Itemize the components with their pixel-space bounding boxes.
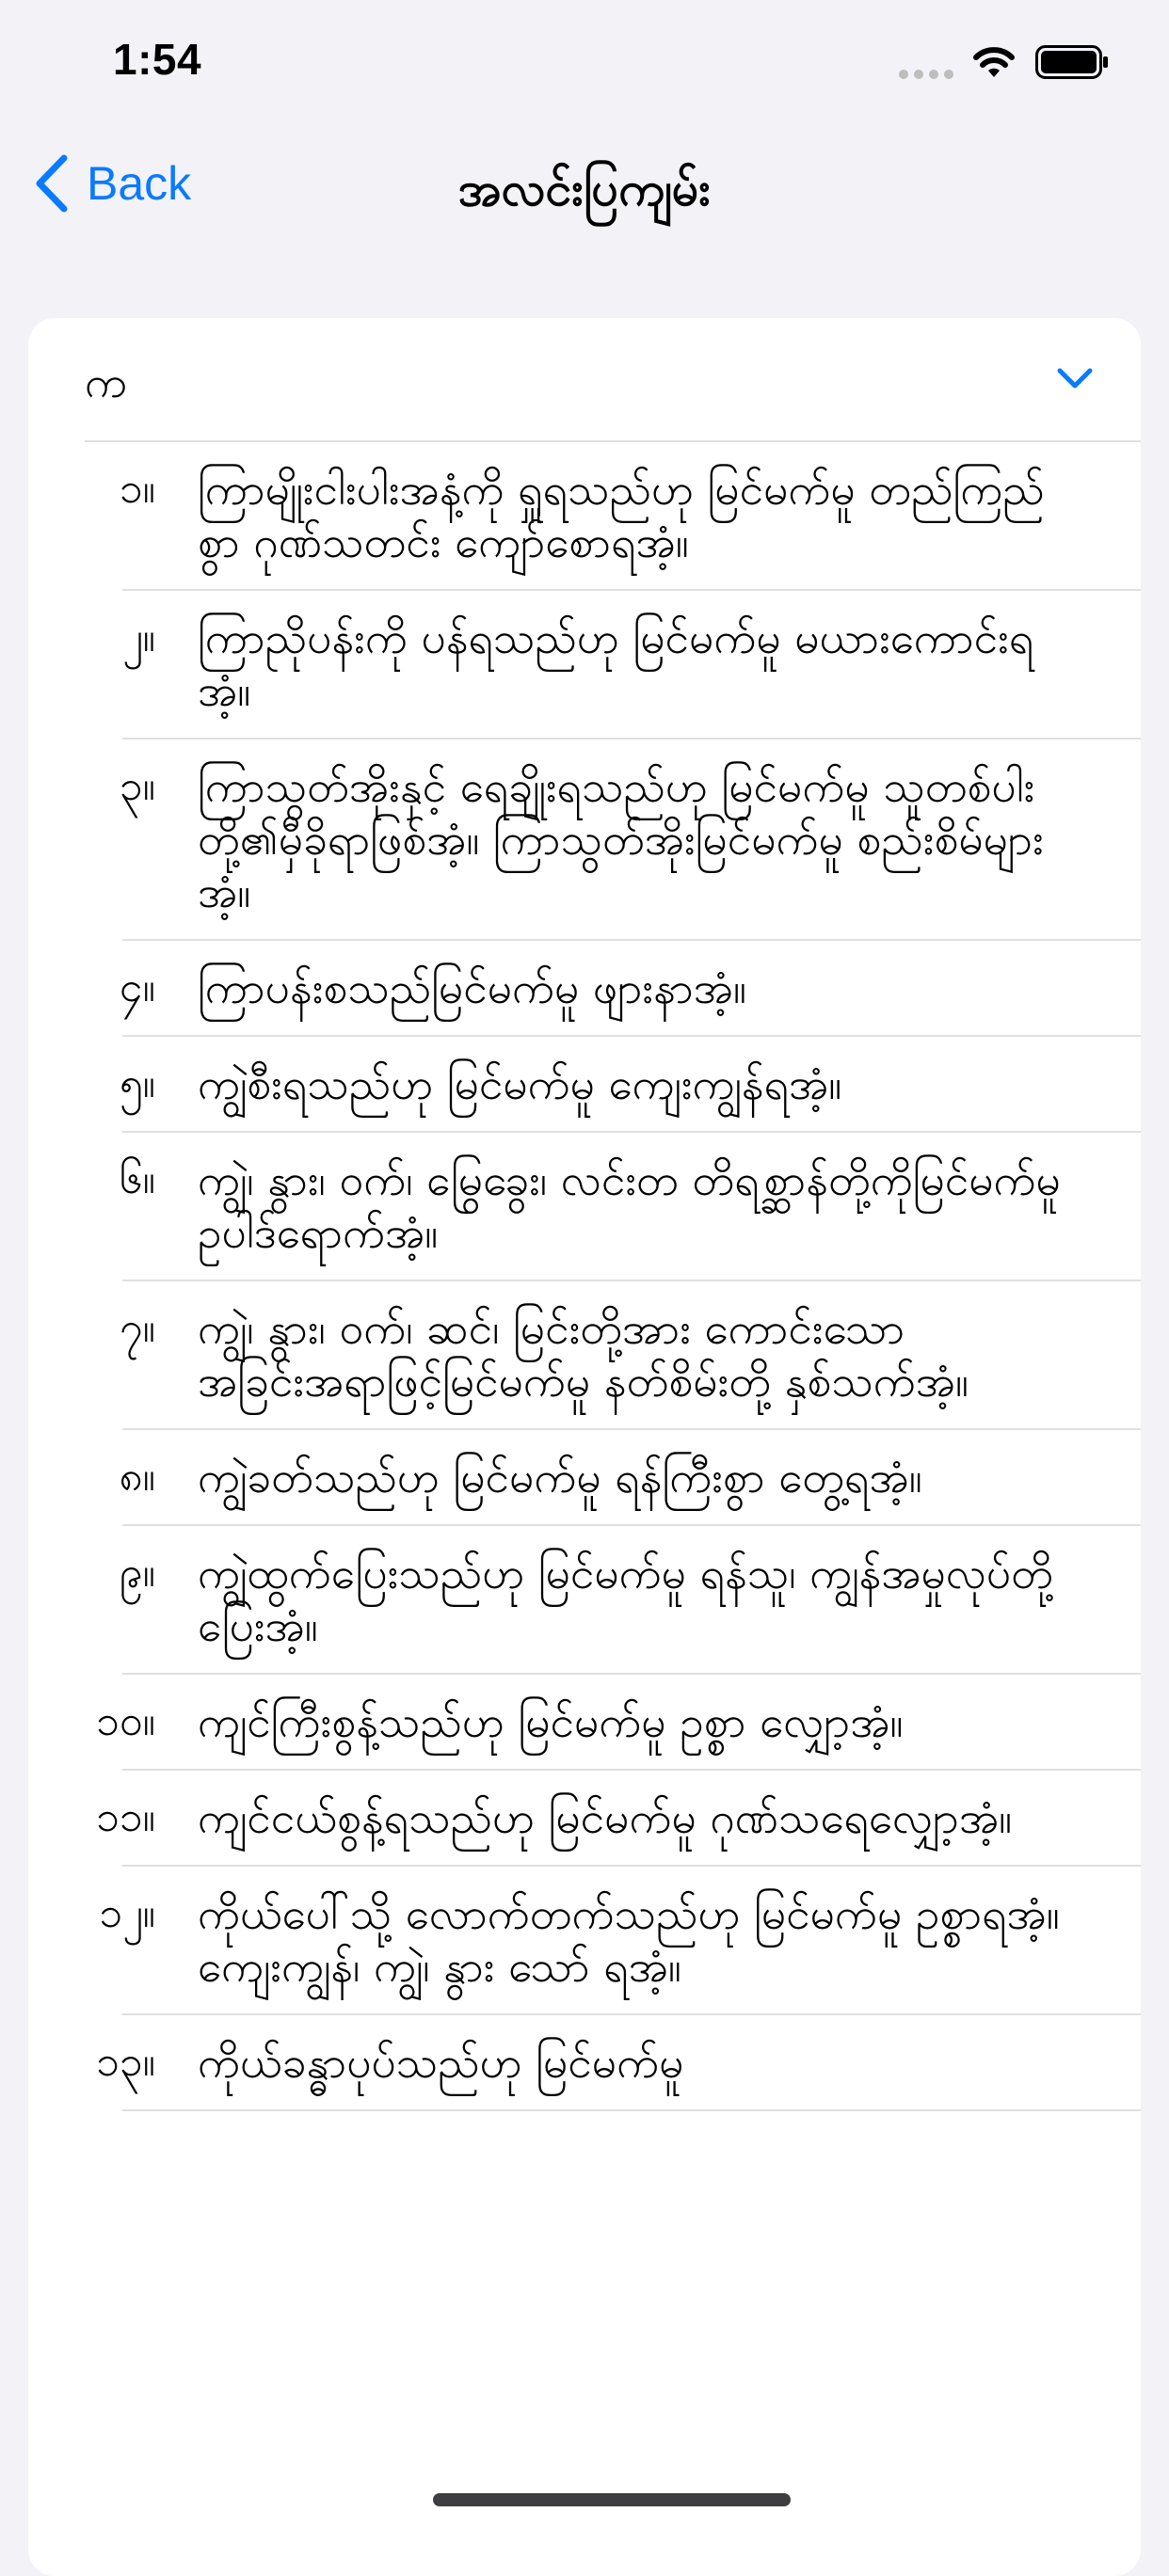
list-item[interactable]: ၈။ ကျွဲခတ်သည်ဟု မြင်မက်မူ ရန်ကြီးစွာ တွေ… <box>120 1430 1141 1526</box>
section-letter: က <box>85 357 128 407</box>
content-card: က ၁။ ကြာမျိုးငါးပါးအနံ့ကို ရှူရသည်ဟု မြင… <box>28 318 1141 2576</box>
battery-icon <box>1035 45 1108 79</box>
navigation-bar: Back အလင်းပြကျမ်း <box>0 141 1169 235</box>
chevron-down-icon[interactable] <box>1056 365 1094 391</box>
entry-number: ၉။ <box>119 1549 155 1597</box>
wifi-icon <box>973 47 1015 77</box>
home-indicator[interactable] <box>433 2493 791 2506</box>
entry-number: ၄။ <box>119 963 155 1011</box>
list-item[interactable]: ၁၁။ ကျင်ငယ်စွန့်ရသည်ဟု မြင်မက်မူ ဂုဏ်သရေ… <box>96 1771 1141 1867</box>
list-item[interactable]: ၃။ ကြာသွတ်အိုးနှင့် ရေချိုးရသည်ဟု မြင်မက… <box>120 739 1141 941</box>
entry-number: ၂။ <box>122 613 155 661</box>
entry-number: ၁။ <box>119 465 155 513</box>
list-item[interactable]: ၁၀။ ကျင်ကြီးစွန့်သည်ဟု မြင်မက်မူ ဥစ္စာ လ… <box>96 1675 1141 1771</box>
cellular-signal-icon <box>899 70 953 79</box>
entry-number: ၁၁။ <box>96 1793 155 1841</box>
list-item[interactable]: ၁။ ကြာမျိုးငါးပါးအနံ့ကို ရှူရသည်ဟု မြင်မ… <box>120 442 1141 591</box>
status-time: 1:54 <box>113 35 202 84</box>
entry-text: ကျွဲခတ်သည်ဟု မြင်မက်မူ ရန်ကြီးစွာ တွေ့ရအ… <box>198 1452 922 1503</box>
entry-text: ကြာညိုပန်းကို ပန်ရသည်ဟု မြင်မက်မူ မယားကေ… <box>198 612 1034 716</box>
entry-number: ၆။ <box>119 1155 155 1203</box>
entry-number: ၁၂။ <box>99 1889 155 1937</box>
entry-text: ကျွဲ၊ နွား၊ ဝက်၊ မြွေခွေး၊ လင်းတ တိရစ္ဆာ… <box>198 1154 1061 1258</box>
entry-text: ကျင်ငယ်စွန့်ရသည်ဟု မြင်မက်မူ ဂုဏ်သရေလျှေ… <box>198 1792 1013 1843</box>
entry-number: ၅။ <box>119 1059 155 1107</box>
entry-text: ကျွဲ၊ နွား၊ ဝက်၊ ဆင်၊ မြင်းတို့အား ကောင်… <box>198 1303 969 1407</box>
list-item[interactable]: ၅။ ကျွဲစီးရသည်ဟု မြင်မက်မူ ကျေးကျွန်ရအံ့… <box>120 1037 1141 1133</box>
entry-number: ၃။ <box>119 762 155 810</box>
page-title: အလင်းပြကျမ်း <box>457 162 712 216</box>
list-item[interactable]: ၆။ ကျွဲ၊ နွား၊ ဝက်၊ မြွေခွေး၊ လင်းတ တိရစ… <box>120 1133 1141 1281</box>
list-item[interactable]: ၄။ ကြာပန်းစသည်မြင်မက်မူ ဖျားနာအံ့။ <box>120 941 1141 1037</box>
status-bar: 1:54 <box>0 0 1169 124</box>
entry-text: ကိုယ်ခန္ဓာပုပ်သည်ဟု မြင်မက်မူ <box>198 2037 684 2088</box>
entry-text: ကြာမျိုးငါးပါးအနံ့ကို ရှူရသည်ဟု မြင်မက်မ… <box>198 464 1045 567</box>
entry-text: ကိုယ်ပေါ်သို့ လောက်တက်သည်ဟု မြင်မက်မူ ဥစ… <box>198 1888 1060 1992</box>
entry-number: ၁၀။ <box>96 1697 155 1745</box>
entry-text: ကျင်ကြီးစွန့်သည်ဟု မြင်မက်မူ ဥစ္စာ လျှော… <box>198 1696 904 1747</box>
entry-text: ကြာသွတ်အိုးနှင့် ရေချိုးရသည်ဟု မြင်မက်မူ… <box>198 761 1044 917</box>
entry-text: ကျွဲထွက်ပြေးသည်ဟု မြင်မက်မူ ရန်သူ၊ ကျွန်… <box>198 1548 1053 1651</box>
entry-number: ၁၃။ <box>96 2038 155 2086</box>
list-item[interactable]: ၇။ ကျွဲ၊ နွား၊ ဝက်၊ ဆင်၊ မြင်းတို့အား ကေ… <box>120 1281 1141 1430</box>
list-item[interactable]: ၉။ ကျွဲထွက်ပြေးသည်ဟု မြင်မက်မူ ရန်သူ၊ ကျ… <box>120 1526 1141 1675</box>
entry-text: ကြာပန်းစသည်မြင်မက်မူ ဖျားနာအံ့။ <box>198 962 746 1013</box>
section-header[interactable]: က <box>85 318 1141 442</box>
list-item[interactable]: ၁၃။ ကိုယ်ခန္ဓာပုပ်သည်ဟု မြင်မက်မူ <box>96 2015 1141 2111</box>
entry-number: ၈။ <box>119 1453 155 1501</box>
list-item[interactable]: ၂။ ကြာညိုပန်းကို ပန်ရသည်ဟု မြင်မက်မူ မယာ… <box>122 591 1141 739</box>
entry-text: ကျွဲစီးရသည်ဟု မြင်မက်မူ ကျေးကျွန်ရအံ့။ <box>198 1058 842 1109</box>
entry-number: ၇။ <box>119 1304 155 1352</box>
list-item[interactable]: ၁၂။ ကိုယ်ပေါ်သို့ လောက်တက်သည်ဟု မြင်မက်မ… <box>99 1867 1141 2015</box>
